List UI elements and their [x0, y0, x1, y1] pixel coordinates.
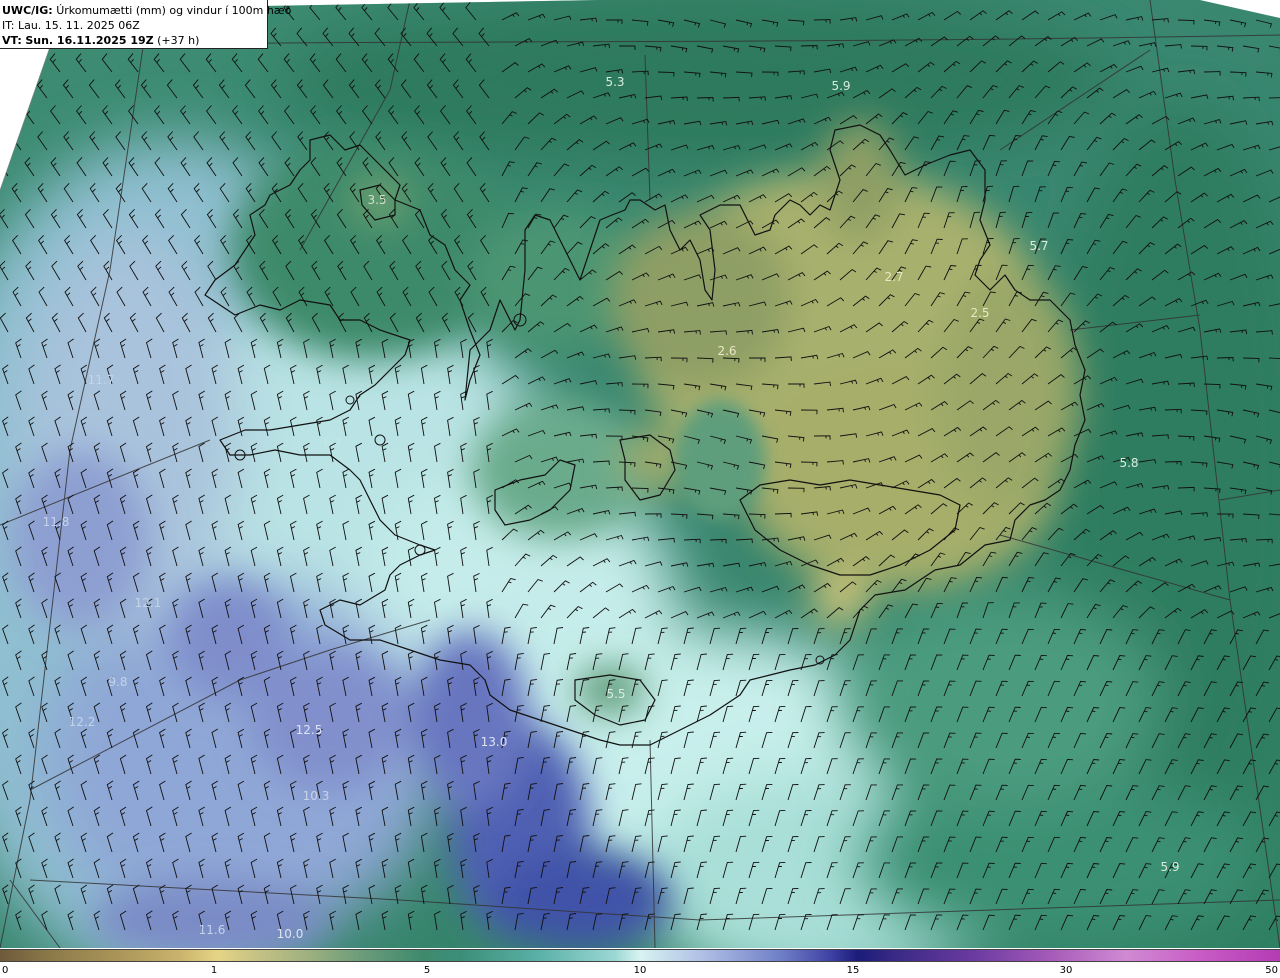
precip-value-label: 12.1: [135, 596, 162, 610]
precip-value-label: 12.2: [69, 715, 96, 729]
precip-value-label: 11.8: [43, 515, 70, 529]
precip-value-label: 13.0: [481, 735, 508, 749]
init-label: IT:: [2, 19, 15, 32]
precip-value-label: 5.9: [1160, 860, 1179, 874]
colorbar-tick: 30: [1059, 965, 1073, 976]
precip-value-label: 5.3: [605, 75, 624, 89]
colorbar-gradient: [0, 949, 1280, 962]
colorbar-tick: 1: [210, 965, 218, 976]
title-row: UWC/IG: Úrkomumætti (mm) og vindur í 100…: [2, 3, 291, 18]
precip-value-label: 5.8: [1119, 456, 1138, 470]
colorbar-tick: 10: [633, 965, 647, 976]
precip-value-label: 3.5: [367, 193, 386, 207]
precip-value-label: 2.6: [717, 344, 736, 358]
precip-value-label: 9.8: [108, 675, 127, 689]
init-time: Lau. 15. 11. 2025 06Z: [17, 19, 140, 32]
precip-value-label: 5.5: [606, 687, 625, 701]
precip-value-label: 6.7: [323, 436, 342, 450]
precip-value-label: 5.7: [1029, 239, 1048, 253]
precip-value-label: 10.0: [277, 927, 304, 941]
valid-label: VT:: [2, 34, 22, 47]
precipitable-water-map: 5.3 5.9 3.5 5.7 2.7 2.5 2.6 11.7 6.7 5.8 11.8 12.1 9…: [0, 0, 1280, 948]
colorbar: 0 1 5 10 15 30 50: [0, 948, 1280, 978]
colorbar-tick: 50: [1265, 965, 1278, 976]
model-label: UWC/IG:: [2, 4, 53, 17]
precip-value-label: 5.9: [831, 79, 850, 93]
valid-time-row: VT: Sun. 16.11.2025 19Z (+37 h): [2, 33, 267, 48]
precip-value-label: 2.7: [884, 270, 903, 284]
precip-value-label: 10.3: [303, 789, 330, 803]
colorbar-tick: 0: [2, 965, 9, 976]
chart-info-box: UWC/IG: Úrkomumætti (mm) og vindur í 100…: [0, 0, 291, 49]
precip-value-label: 12.5: [296, 723, 323, 737]
precip-value-label: 11.6: [199, 923, 226, 937]
precip-value-label: 2.5: [970, 306, 989, 320]
colorbar-tick: 5: [423, 965, 431, 976]
valid-time: Sun. 16.11.2025 19Z: [25, 34, 154, 47]
precip-value-label: 11.7: [88, 373, 115, 387]
colorbar-tick: 15: [846, 965, 860, 976]
init-time-row: IT: Lau. 15. 11. 2025 06Z: [2, 18, 267, 33]
lead-time: (+37 h): [157, 34, 200, 47]
chart-title: Úrkomumætti (mm) og vindur í 100m hæð: [56, 4, 292, 17]
